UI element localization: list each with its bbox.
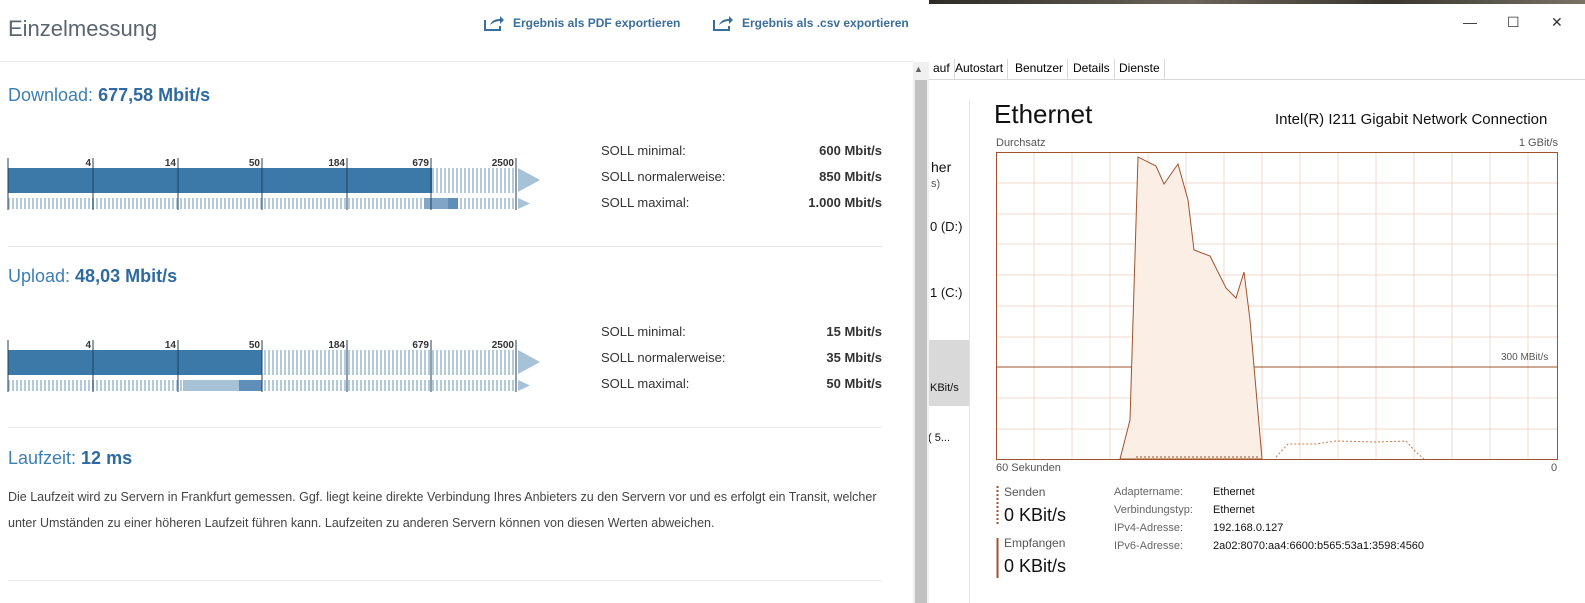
divider [8, 580, 882, 581]
upload-tick-14: 14 [165, 340, 177, 351]
tab-details[interactable]: Details [1069, 59, 1115, 79]
export-pdf-button[interactable]: Ergebnis als PDF exportieren [483, 14, 680, 32]
send-label: Senden [1004, 485, 1046, 499]
graph-max-label: 1 GBit/s [1518, 137, 1558, 149]
download-heading: Download: 677,58 Mbit/s [8, 85, 210, 106]
soll-value: 850 Mbit/s [819, 169, 882, 184]
soll-key: SOLL minimal: [601, 143, 686, 158]
nav-item-memory[interactable]: her [931, 159, 951, 175]
soll-row: SOLL normalerweise: 850 Mbit/s [601, 169, 882, 187]
divider [8, 427, 882, 428]
soll-value: 50 Mbit/s [826, 376, 882, 391]
upload-soll-table: SOLL minimal: 15 Mbit/s SOLL normalerweis… [601, 324, 882, 404]
send-value: 0 KBit/s [1004, 505, 1067, 525]
nav-item-gpu[interactable]: ( 5... [929, 432, 950, 444]
info-key: IPv6-Adresse: [1114, 540, 1184, 552]
download-scale-bar: 4 14 50 184 679 2500 [7, 158, 540, 210]
soll-row: SOLL minimal: 15 Mbit/s [601, 324, 882, 342]
soll-key: SOLL maximal: [601, 195, 690, 210]
nav-item-ethernet[interactable]: KBit/s [930, 382, 959, 394]
info-value: Ethernet [1213, 504, 1255, 516]
soll-value: 1.000 Mbit/s [808, 195, 882, 210]
legend-markers [996, 486, 999, 578]
download-tick-679: 679 [412, 158, 429, 169]
resource-nav: her s) 0 (D:) 1 (C:) KBit/s ( 5... [929, 100, 970, 603]
download-tick-50: 50 [249, 158, 261, 169]
minimize-icon[interactable]: — [1463, 14, 1477, 30]
download-fill-bar [8, 168, 432, 193]
upload-tick-4: 4 [85, 340, 91, 351]
upload-fill-bar [8, 350, 262, 375]
receive-value: 0 KBit/s [1004, 556, 1067, 576]
adapter-name: Intel(R) I211 Gigabit Network Connection [1275, 111, 1548, 128]
latency-label: Laufzeit: [8, 448, 82, 468]
graph-label: Durchsatz [996, 137, 1046, 149]
soll-value: 35 Mbit/s [826, 350, 882, 365]
soll-key: SOLL normalerweise: [601, 350, 726, 365]
page-title: Einzelmessung [8, 16, 158, 41]
download-value: 677,58 Mbit/s [98, 85, 211, 105]
soll-value: 600 Mbit/s [819, 143, 882, 158]
upload-heading: Upload: 48,03 Mbit/s [8, 266, 177, 287]
window-titlebar: — ☐ ✕ [929, 4, 1585, 52]
download-tick-184: 184 [328, 158, 345, 169]
share-export-icon [484, 16, 504, 31]
resource-heading: Ethernet [994, 99, 1093, 129]
download-tick-14: 14 [165, 158, 177, 169]
upload-tick-679: 679 [412, 340, 429, 351]
tab-autostart[interactable]: Autostart [951, 59, 1009, 79]
info-value: Ethernet [1213, 486, 1255, 498]
share-export-icon [713, 16, 733, 31]
throughput-graph [996, 152, 1558, 460]
soll-row: SOLL minimal: 600 Mbit/s [601, 143, 882, 161]
download-label: Download: [8, 85, 99, 105]
info-key: Verbindungstyp: [1114, 504, 1193, 516]
soll-row: SOLL maximal: 1.000 Mbit/s [601, 195, 882, 213]
nav-item-disk-d[interactable]: 0 (D:) [930, 219, 963, 234]
graph-time-label: 60 Sekunden [996, 462, 1061, 474]
upload-value: 48,03 Mbit/s [75, 266, 178, 286]
info-key: IPv4-Adresse: [1114, 522, 1184, 534]
upload-label: Upload: [8, 266, 76, 286]
graph-threshold-label: 300 MBit/s [1501, 352, 1549, 363]
receive-label: Empfangen [1004, 536, 1066, 550]
close-icon[interactable]: ✕ [1551, 14, 1563, 31]
latency-heading: Laufzeit: 12 ms [8, 448, 132, 469]
result-header: Einzelmessung Ergebnis als PDF exportier… [0, 0, 913, 62]
nav-item-disk-c[interactable]: 1 (C:) [930, 285, 963, 300]
upload-tick-184: 184 [328, 340, 345, 351]
soll-row: SOLL normalerweise: 35 Mbit/s [601, 350, 882, 368]
info-value: 2a02:8070:aa4:6600:b565:53a1:3598:4560 [1213, 540, 1425, 552]
divider [8, 246, 882, 247]
soll-row: SOLL maximal: 50 Mbit/s [601, 376, 882, 394]
latency-description: Die Laufzeit wird zu Servern in Frankfur… [8, 490, 877, 530]
upload-tick-50: 50 [249, 340, 261, 351]
export-pdf-label: Ergebnis als PDF exportieren [513, 16, 681, 30]
download-tick-4: 4 [85, 158, 91, 169]
export-csv-button[interactable]: Ergebnis als .csv exportieren [712, 14, 909, 32]
download-soll-table: SOLL minimal: 600 Mbit/s SOLL normalerwei… [601, 143, 882, 223]
soll-key: SOLL maximal: [601, 376, 690, 391]
tab-benutzer[interactable]: Benutzer [1011, 59, 1069, 79]
maximize-icon[interactable]: ☐ [1507, 14, 1520, 31]
speedtest-panel: Einzelmessung Ergebnis als PDF exportier… [0, 0, 913, 603]
info-key: Adaptername: [1114, 486, 1184, 498]
upload-scale-bar: 4 14 50 184 679 2500 [7, 340, 540, 392]
upload-tick-2500: 2500 [492, 340, 515, 351]
soll-key: SOLL minimal: [601, 324, 686, 339]
soll-key: SOLL normalerweise: [601, 169, 726, 184]
export-csv-label: Ergebnis als .csv exportieren [742, 16, 909, 30]
tab-dienste[interactable]: Dienste [1115, 59, 1165, 79]
info-value: 192.168.0.127 [1213, 522, 1284, 534]
scroll-up-arrow-icon[interactable]: ▲ [914, 64, 923, 74]
latency-value: 12 ms [81, 448, 133, 468]
nav-item-memory-sub: s) [931, 178, 941, 190]
graph-zero-label: 0 [1551, 462, 1558, 474]
scrollbar-thumb[interactable] [915, 80, 927, 603]
soll-value: 15 Mbit/s [826, 324, 882, 339]
tab-bar: auf Autostart Benutzer Details Dienste [929, 58, 1585, 80]
download-tick-2500: 2500 [492, 158, 515, 169]
